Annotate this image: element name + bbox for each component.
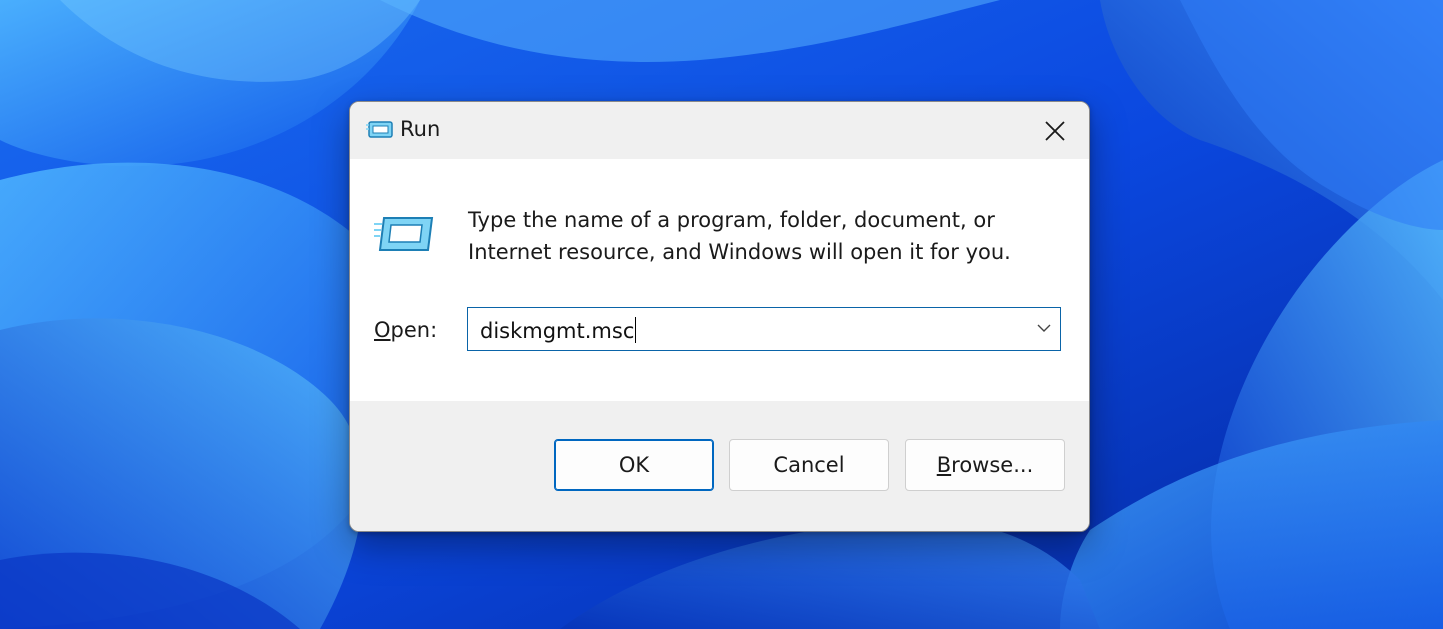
description-line: Internet resource, and Windows will open… bbox=[468, 240, 1011, 264]
text-caret bbox=[635, 317, 637, 343]
dialog-description: Type the name of a program, folder, docu… bbox=[468, 204, 1058, 268]
open-input[interactable]: diskmgmt.msc bbox=[480, 317, 637, 343]
close-icon bbox=[1045, 120, 1065, 141]
run-app-icon bbox=[374, 217, 434, 251]
cancel-button[interactable]: Cancel bbox=[729, 439, 889, 491]
open-combobox[interactable]: diskmgmt.msc bbox=[467, 307, 1061, 351]
run-app-icon bbox=[366, 121, 393, 138]
ok-button[interactable]: OK bbox=[554, 439, 714, 491]
browse-button[interactable]: Browse... bbox=[905, 439, 1065, 491]
description-line: Type the name of a program, folder, docu… bbox=[468, 208, 995, 232]
window-title: Run bbox=[400, 117, 441, 141]
open-label: Open: bbox=[374, 318, 437, 342]
open-label-mnemonic: O bbox=[374, 318, 391, 342]
dialog-footer: OK Cancel Browse... bbox=[350, 401, 1089, 531]
run-dialog: Run Type the name of a program, folder, … bbox=[349, 101, 1090, 532]
title-bar[interactable]: Run bbox=[350, 102, 1089, 159]
close-button[interactable] bbox=[1021, 102, 1089, 159]
browse-mnemonic: B bbox=[936, 453, 952, 477]
browse-label: rowse... bbox=[951, 453, 1034, 477]
chevron-down-icon[interactable] bbox=[1036, 322, 1052, 334]
open-label-text: pen: bbox=[390, 318, 438, 342]
open-input-value: diskmgmt.msc bbox=[480, 319, 635, 343]
